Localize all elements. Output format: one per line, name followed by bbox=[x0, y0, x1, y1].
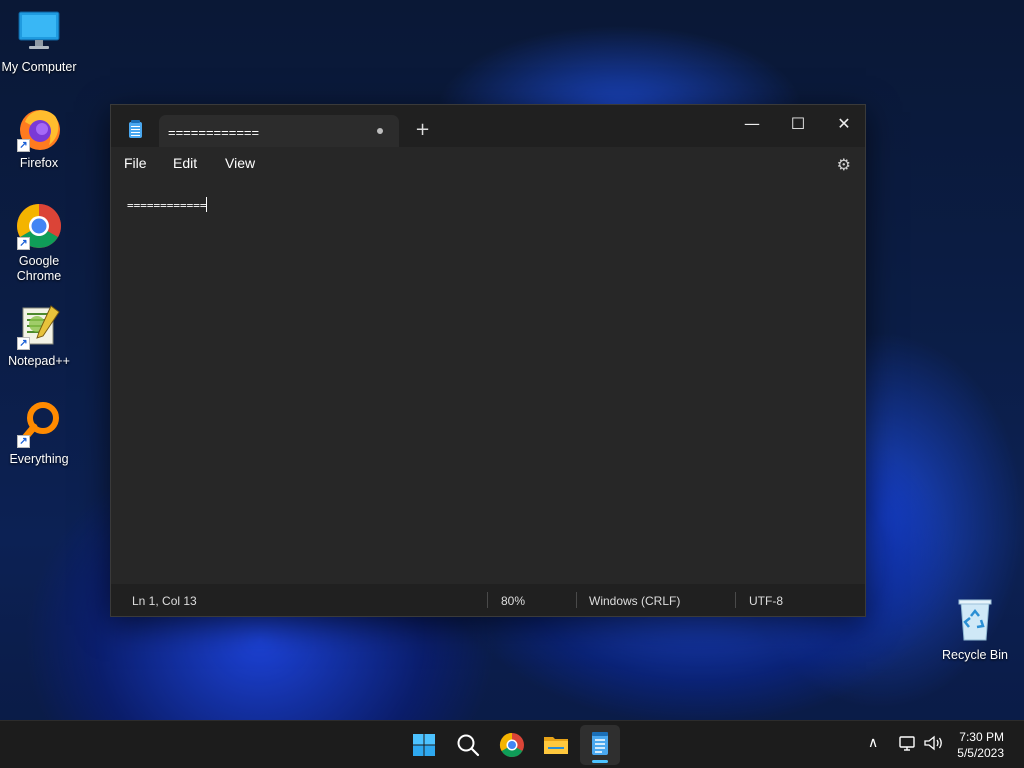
desktop-icon-label: Firefox bbox=[19, 156, 59, 170]
notepadpp-icon: ↗ bbox=[15, 302, 63, 350]
taskbar-search-button[interactable] bbox=[448, 725, 488, 765]
active-app-indicator bbox=[592, 760, 608, 763]
chrome-icon: ↗ bbox=[15, 202, 63, 250]
gear-icon[interactable]: ⚙ bbox=[837, 155, 851, 174]
text-editor[interactable]: ============ bbox=[111, 181, 865, 585]
taskbar-file-explorer-button[interactable] bbox=[536, 725, 576, 765]
menu-view[interactable]: View bbox=[225, 155, 255, 171]
shortcut-arrow-icon: ↗ bbox=[17, 337, 30, 350]
monitor-icon bbox=[15, 8, 63, 56]
status-divider bbox=[735, 592, 736, 608]
title-bar[interactable]: ============ + — ☐ ✕ bbox=[111, 105, 865, 147]
windows-start-icon bbox=[413, 734, 435, 756]
notepad-icon bbox=[592, 732, 608, 755]
menu-bar: File Edit View ⚙ bbox=[111, 147, 865, 181]
taskbar: ∧ 7:30 PM 5/5/2023 bbox=[0, 720, 1024, 768]
desktop-icon-label: Everything bbox=[9, 452, 69, 466]
system-clock[interactable]: 7:30 PM 5/5/2023 bbox=[957, 729, 1004, 761]
clock-time: 7:30 PM bbox=[959, 730, 1004, 744]
menu-edit[interactable]: Edit bbox=[173, 155, 197, 171]
taskbar-chrome-button[interactable] bbox=[492, 725, 532, 765]
close-button[interactable]: ✕ bbox=[821, 109, 867, 139]
desktop-icon-google-chrome[interactable]: ↗ Google Chrome bbox=[0, 202, 78, 284]
new-tab-button[interactable]: + bbox=[415, 119, 430, 140]
everything-icon: ↗ bbox=[15, 400, 63, 448]
notepad-window: ============ + — ☐ ✕ File Edit View ⚙ ==… bbox=[110, 104, 866, 617]
firefox-icon: ↗ bbox=[15, 104, 63, 152]
network-icon[interactable] bbox=[898, 733, 918, 758]
desktop-icon-label: Recycle Bin bbox=[942, 648, 1008, 662]
desktop-icon-recycle-bin[interactable]: Recycle Bin bbox=[936, 596, 1014, 663]
shortcut-arrow-icon: ↗ bbox=[17, 435, 30, 448]
status-divider bbox=[576, 592, 577, 608]
recycle-bin-icon bbox=[951, 596, 999, 644]
taskbar-notepad-button[interactable] bbox=[580, 725, 620, 765]
text-caret bbox=[206, 197, 208, 212]
zoom-level[interactable]: 80% bbox=[501, 594, 525, 608]
clock-date: 5/5/2023 bbox=[957, 746, 1004, 760]
status-divider bbox=[487, 592, 488, 608]
start-button[interactable] bbox=[404, 725, 444, 765]
desktop-icon-label: Google Chrome bbox=[16, 254, 62, 283]
cursor-position: Ln 1, Col 13 bbox=[132, 594, 197, 608]
volume-icon[interactable] bbox=[922, 733, 944, 758]
unsaved-dot-icon bbox=[377, 128, 383, 134]
show-hidden-icons-button[interactable]: ∧ bbox=[868, 734, 878, 751]
notepad-app-icon bbox=[129, 120, 142, 138]
desktop-icon-firefox[interactable]: ↗ Firefox bbox=[0, 104, 78, 171]
minimize-button[interactable]: — bbox=[729, 109, 775, 139]
desktop-icon-label: My Computer bbox=[1, 60, 77, 74]
search-icon bbox=[457, 734, 480, 757]
document-tab[interactable]: ============ bbox=[159, 115, 399, 147]
line-ending[interactable]: Windows (CRLF) bbox=[589, 594, 680, 608]
chrome-icon bbox=[499, 733, 524, 758]
menu-file[interactable]: File bbox=[124, 155, 147, 171]
editor-content: ============ bbox=[127, 199, 207, 212]
shortcut-arrow-icon: ↗ bbox=[17, 139, 30, 152]
encoding[interactable]: UTF-8 bbox=[749, 594, 783, 608]
status-bar: Ln 1, Col 13 80% Windows (CRLF) UTF-8 bbox=[111, 584, 865, 616]
shortcut-arrow-icon: ↗ bbox=[17, 237, 30, 250]
tab-title: ============ bbox=[168, 125, 260, 140]
desktop-icon-my-computer[interactable]: My Computer bbox=[0, 8, 78, 75]
desktop-icon-notepad-plus-plus[interactable]: ↗ Notepad++ bbox=[0, 302, 78, 369]
desktop-icon-everything[interactable]: ↗ Everything bbox=[0, 400, 78, 467]
maximize-button[interactable]: ☐ bbox=[775, 109, 821, 139]
desktop-icon-label: Notepad++ bbox=[8, 354, 70, 368]
file-explorer-icon bbox=[544, 737, 568, 754]
